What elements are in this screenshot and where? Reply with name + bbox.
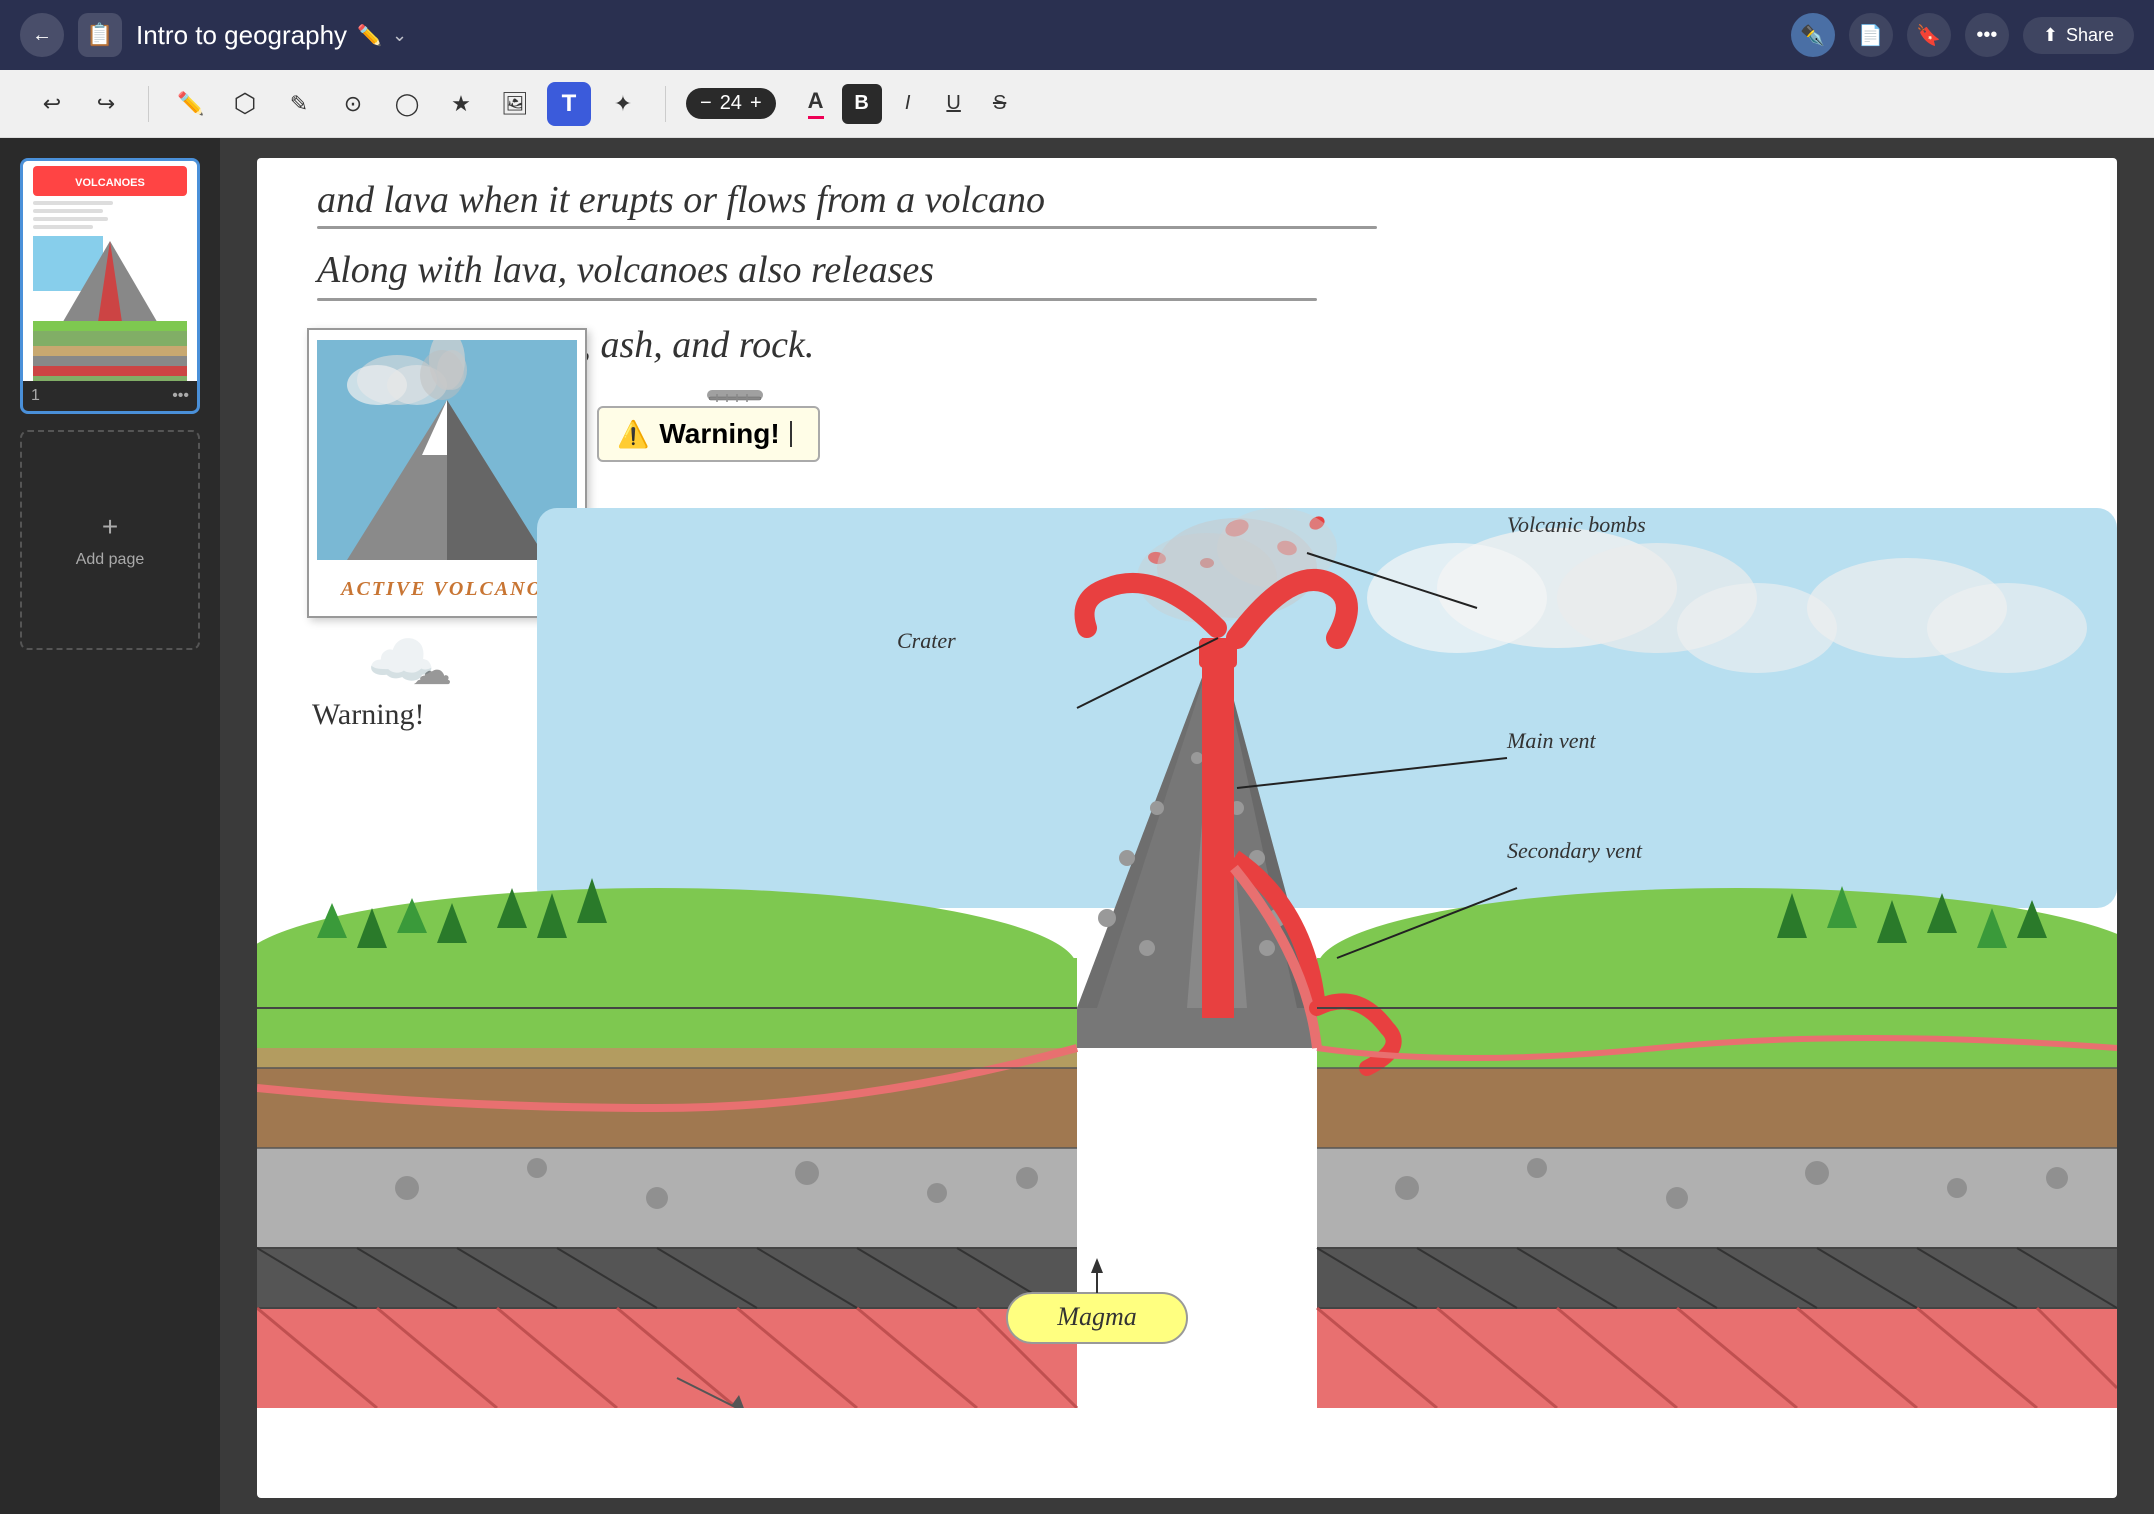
lasso-tool-button[interactable]: ⊙ <box>331 82 375 126</box>
title-text: Intro to geography <box>136 20 347 51</box>
circle-tool-button[interactable]: ◯ <box>385 82 429 126</box>
thumbnail-label: 1 ••• <box>23 381 197 411</box>
add-page-label: Add page <box>76 551 145 569</box>
main-content: VOLCANOES <box>0 138 2154 1514</box>
pen-icon: ✒️ <box>1800 23 1825 48</box>
warning-emoji-icon: ⚠️ <box>617 419 649 450</box>
share-button[interactable]: ⬆ Share <box>2023 17 2134 54</box>
notebook-icon-btn[interactable]: 📋 <box>78 13 122 57</box>
toolbar-divider-2 <box>665 86 666 122</box>
thumbnail-preview: VOLCANOES <box>23 161 197 381</box>
font-color-button[interactable]: A <box>796 84 836 124</box>
add-page-icon: 📄 <box>1858 23 1883 48</box>
canvas-area[interactable]: and lava when it erupts or flows from a … <box>220 138 2154 1514</box>
warning-box-handle <box>707 390 763 400</box>
marker-tool-button[interactable]: ✦ <box>601 82 645 126</box>
underline-icon: U <box>946 92 960 115</box>
more-options-button[interactable]: ••• <box>1965 13 2009 57</box>
document-title: Intro to geography ✏️ ⌄ <box>136 20 407 51</box>
bookmark-button[interactable]: 🔖 <box>1907 13 1951 57</box>
header-right: ✒️ 📄 🔖 ••• ⬆ Share <box>1791 13 2134 57</box>
main-vent-label: Main vent <box>1507 728 1596 754</box>
back-icon: ← <box>32 24 52 47</box>
text-tool-icon: T <box>562 90 577 118</box>
notebook-icon: 📋 <box>86 22 113 48</box>
star-tool-button[interactable]: ★ <box>439 82 483 126</box>
pencil-tool-icon: ✎ <box>290 91 308 117</box>
drawing-canvas[interactable]: and lava when it erupts or flows from a … <box>257 158 2117 1498</box>
add-page-button[interactable]: + Add page <box>20 430 200 650</box>
pen-tool-button[interactable]: ✏️ <box>169 82 213 126</box>
text-cursor <box>790 421 800 447</box>
image-tool-button[interactable]: 🖼 <box>493 82 537 126</box>
add-page-plus-icon: + <box>102 511 118 543</box>
share-icon: ⬆ <box>2043 25 2058 46</box>
font-size-control: − 24 + <box>686 88 776 119</box>
font-size-value: 24 <box>720 92 742 115</box>
lasso-tool-icon: ⊙ <box>344 91 362 117</box>
title-chevron-icon[interactable]: ⌄ <box>392 25 407 46</box>
image-tool-icon: 🖼 <box>501 91 529 117</box>
svg-text:Magma: Magma <box>1056 1302 1136 1331</box>
volcanic-bombs-label: Volcanic bombs <box>1507 512 1646 538</box>
strikethrough-button[interactable]: S <box>980 84 1020 124</box>
font-size-minus-button[interactable]: − <box>700 92 712 115</box>
marker-tool-icon: ✦ <box>614 91 632 117</box>
toolbar-divider-1 <box>148 86 149 122</box>
text-tool-button[interactable]: T <box>547 82 591 126</box>
eraser-tool-button[interactable]: ⬡ <box>223 82 267 126</box>
secondary-vent-label: Secondary vent <box>1507 838 1642 864</box>
pencil-tool-button[interactable]: ✎ <box>277 82 321 126</box>
italic-icon: I <box>905 92 911 115</box>
page-sidebar: VOLCANOES <box>0 138 220 1514</box>
underline-button[interactable]: U <box>934 84 974 124</box>
font-color-icon: A <box>808 88 824 119</box>
canvas-text-line1: and lava when it erupts or flows from a … <box>317 178 1045 222</box>
text-format-buttons: A B I U S <box>796 84 1020 124</box>
text-underline-1 <box>317 226 1377 229</box>
thumbnail-svg: VOLCANOES <box>23 161 197 381</box>
star-tool-icon: ★ <box>451 91 471 117</box>
more-icon: ••• <box>1976 24 1997 47</box>
back-button[interactable]: ← <box>20 13 64 57</box>
page-thumbnail-1[interactable]: VOLCANOES <box>20 158 200 414</box>
strikethrough-icon: S <box>993 92 1006 115</box>
svg-text:VOLCANOES: VOLCANOES <box>75 177 145 189</box>
redo-button[interactable]: ↪ <box>84 82 128 126</box>
share-label: Share <box>2066 25 2114 46</box>
font-size-plus-button[interactable]: + <box>750 92 762 115</box>
circle-tool-icon: ◯ <box>395 91 420 117</box>
pen-tool-icon: ✏️ <box>177 91 204 117</box>
bookmark-icon: 🔖 <box>1916 23 1941 48</box>
canvas-text-line2: Along with lava, volcanoes also releases <box>317 248 934 292</box>
add-page-button[interactable]: 📄 <box>1849 13 1893 57</box>
text-underline-2 <box>317 298 1317 301</box>
warning-text-box[interactable]: ⚠️ Warning! <box>597 406 820 462</box>
app-header: ← 📋 Intro to geography ✏️ ⌄ ✒️ 📄 🔖 ••• ⬆… <box>0 0 2154 70</box>
page-options-icon[interactable]: ••• <box>172 387 189 405</box>
page-number: 1 <box>31 387 40 405</box>
undo-button[interactable]: ↩ <box>30 82 74 126</box>
crater-label: Crater <box>897 628 956 654</box>
header-left: ← 📋 Intro to geography ✏️ ⌄ <box>20 13 407 57</box>
title-pencil-icon: ✏️ <box>357 23 382 48</box>
italic-button[interactable]: I <box>888 84 928 124</box>
pen-mode-button[interactable]: ✒️ <box>1791 13 1835 57</box>
warning-box-text: Warning! <box>659 418 779 450</box>
eraser-tool-icon: ⬡ <box>234 88 257 119</box>
bold-button[interactable]: B <box>842 84 882 124</box>
undo-icon: ↩ <box>43 91 61 117</box>
volcano-diagram-svg: Magma <box>257 508 2117 1408</box>
drawing-toolbar: ↩ ↪ ✏️ ⬡ ✎ ⊙ ◯ ★ 🖼 T ✦ − 24 + A B <box>0 70 2154 138</box>
bold-icon: B <box>854 92 868 115</box>
redo-icon: ↪ <box>97 91 115 117</box>
